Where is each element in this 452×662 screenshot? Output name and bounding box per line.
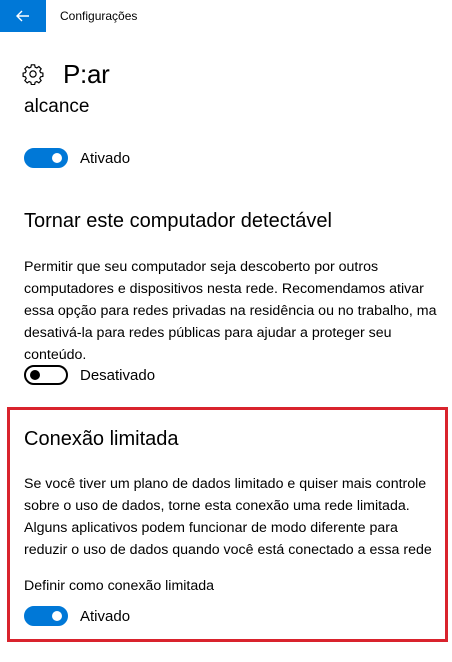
network-toggle-label: Ativado <box>80 149 131 167</box>
toggle-knob <box>52 153 62 163</box>
page-title: P:ar <box>63 58 110 89</box>
discoverable-toggle[interactable] <box>24 365 68 385</box>
metered-toggle-label: Ativado <box>80 607 131 625</box>
toggle-knob <box>52 611 62 621</box>
network-toggle[interactable] <box>24 148 68 168</box>
description-line: reduzir o uso de dados quando você está … <box>24 542 432 558</box>
metered-setting-label: Definir como conexão limitada <box>24 578 215 594</box>
description-line: sobre o uso de dados, torne esta conexão… <box>24 498 410 514</box>
description-line: conteúdo. <box>24 347 87 363</box>
metered-heading: Conexão limitada <box>24 428 179 450</box>
window-title: Configurações <box>60 9 138 23</box>
description-line: desativá-la para redes públicas para aju… <box>24 325 392 341</box>
page-title-continuation: alcance <box>24 96 90 117</box>
description-line: Alguns aplicativos podem funcionar de mo… <box>24 520 398 536</box>
discoverable-heading: Tornar este computador detectável <box>24 210 332 232</box>
gear-icon <box>22 64 44 85</box>
back-button[interactable] <box>0 0 46 32</box>
metered-toggle[interactable] <box>24 606 68 626</box>
discoverable-description: Permitir que seu computador seja descobe… <box>24 256 450 366</box>
description-line: Se você tiver um plano de dados limitado… <box>24 476 427 492</box>
page-header: P:ar <box>22 56 110 92</box>
discoverable-toggle-row: Desativado <box>24 365 155 385</box>
metered-description: Se você tiver um plano de dados limitado… <box>24 473 448 561</box>
toggle-knob <box>30 370 40 380</box>
title-bar: Configurações <box>0 0 452 32</box>
back-arrow-icon <box>16 10 29 22</box>
description-line: essa opção para redes privadas na residê… <box>24 303 437 319</box>
network-toggle-row: Ativado <box>24 148 130 168</box>
discoverable-toggle-label: Desativado <box>80 366 156 384</box>
description-line: computadores e dispositivos nesta rede. … <box>24 281 424 297</box>
metered-toggle-row: Ativado <box>24 606 130 626</box>
description-line: Permitir que seu computador seja descobe… <box>24 259 379 275</box>
